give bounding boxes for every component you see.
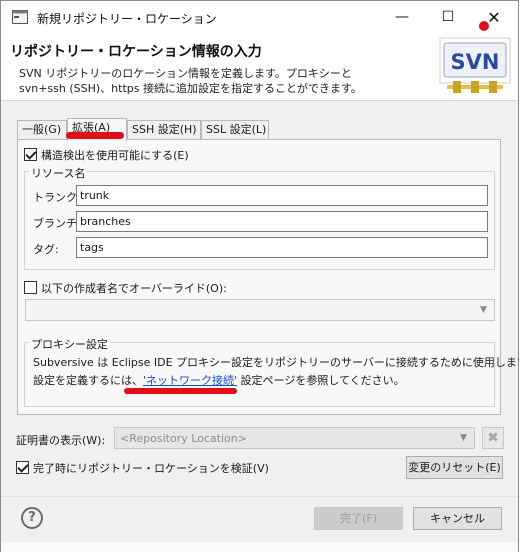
branches-field[interactable]: branches: [76, 211, 488, 232]
title-bar: 新規リポジトリー・ロケーション — ☐ ✕: [1, 1, 518, 33]
chevron-down-icon: ▼: [480, 305, 487, 315]
validate-on-finish-label: 完了時にリポジトリー・ロケーションを検証(V): [33, 462, 269, 475]
window-title: 新規リポジトリー・ロケーション: [37, 12, 217, 26]
close-button[interactable]: ✕: [471, 1, 517, 33]
svn-logo-text: SVN: [451, 50, 500, 74]
tab-general[interactable]: 一般(G): [17, 120, 67, 140]
tags-label: タグ:: [33, 243, 59, 256]
override-author-label: 以下の作成者名でオーバーライド(O):: [41, 282, 227, 295]
override-author-combo: ▼: [25, 299, 495, 321]
chevron-down-icon: ▼: [460, 433, 467, 443]
background-strip: [1, 542, 518, 552]
desktop-edge: [519, 0, 526, 552]
trunk-field[interactable]: trunk: [76, 185, 488, 206]
certificate-combo-placeholder: <Repository Location>: [120, 432, 247, 445]
help-icon[interactable]: ?: [21, 507, 43, 529]
tags-field[interactable]: tags: [76, 237, 488, 258]
certificate-combo[interactable]: <Repository Location> ▼: [114, 427, 475, 449]
maximize-button[interactable]: ☐: [425, 1, 471, 33]
clear-icon: ✖: [487, 430, 499, 446]
annotation-underline-link: [124, 388, 237, 394]
proxy-settings-group-title: プロキシー設定: [29, 336, 110, 352]
header-desc-line2: svn+ssh (SSH)、https 接続に追加設定を指定することができます。: [19, 82, 362, 95]
finish-button[interactable]: 完了(F): [314, 507, 403, 530]
annotation-underline-tab: [66, 132, 124, 139]
tab-ssh-settings[interactable]: SSH 設定(H): [127, 120, 201, 140]
dialog-window: 新規リポジトリー・ロケーション — ☐ ✕ リポジトリー・ロケーション情報の入力…: [0, 0, 526, 552]
header-desc-line1: SVN リポジトリーのロケーション情報を定義します。プロキシーと: [19, 67, 352, 80]
proxy-text-line1: Subversive は Eclipse IDE プロキシー設定をリポジトリーの…: [33, 356, 526, 369]
branches-label: ブランチ:: [33, 217, 81, 230]
minimize-button[interactable]: —: [379, 1, 425, 33]
cancel-button[interactable]: キャンセル: [413, 507, 502, 530]
reset-changes-button[interactable]: 変更のリセット(E): [406, 456, 503, 479]
network-connections-link[interactable]: 'ネットワーク接続': [143, 374, 237, 387]
trunk-label: トランク:: [33, 191, 81, 204]
clear-certificate-button[interactable]: ✖: [482, 427, 504, 449]
structure-detection-label: 構造検出を使用可能にする(E): [41, 149, 189, 162]
certificate-label: 証明書の表示(W):: [16, 434, 106, 447]
resource-names-group-title: リソース名: [29, 165, 88, 181]
header-title: リポジトリー・ロケーション情報の入力: [10, 44, 262, 60]
minimize-icon: —: [395, 9, 409, 25]
tab-ssl-settings[interactable]: SSL 設定(L): [201, 120, 269, 140]
svn-logo-icon: SVN: [439, 37, 511, 93]
validate-on-finish-checkbox[interactable]: [16, 461, 29, 474]
header-description: SVN リポジトリーのロケーション情報を定義します。プロキシーと svn+ssh…: [19, 66, 419, 96]
annotation-dot: [479, 21, 489, 31]
app-icon: [12, 10, 28, 24]
proxy-text-line2: 設定を定義するには、'ネットワーク接続' 設定ページを参照してください。: [33, 374, 405, 387]
structure-detection-checkbox[interactable]: [24, 148, 37, 161]
close-icon: ✕: [487, 7, 501, 27]
maximize-icon: ☐: [441, 9, 455, 25]
override-author-checkbox[interactable]: [24, 281, 37, 294]
wizard-header: リポジトリー・ロケーション情報の入力 SVN リポジトリーのロケーション情報を定…: [1, 33, 518, 101]
